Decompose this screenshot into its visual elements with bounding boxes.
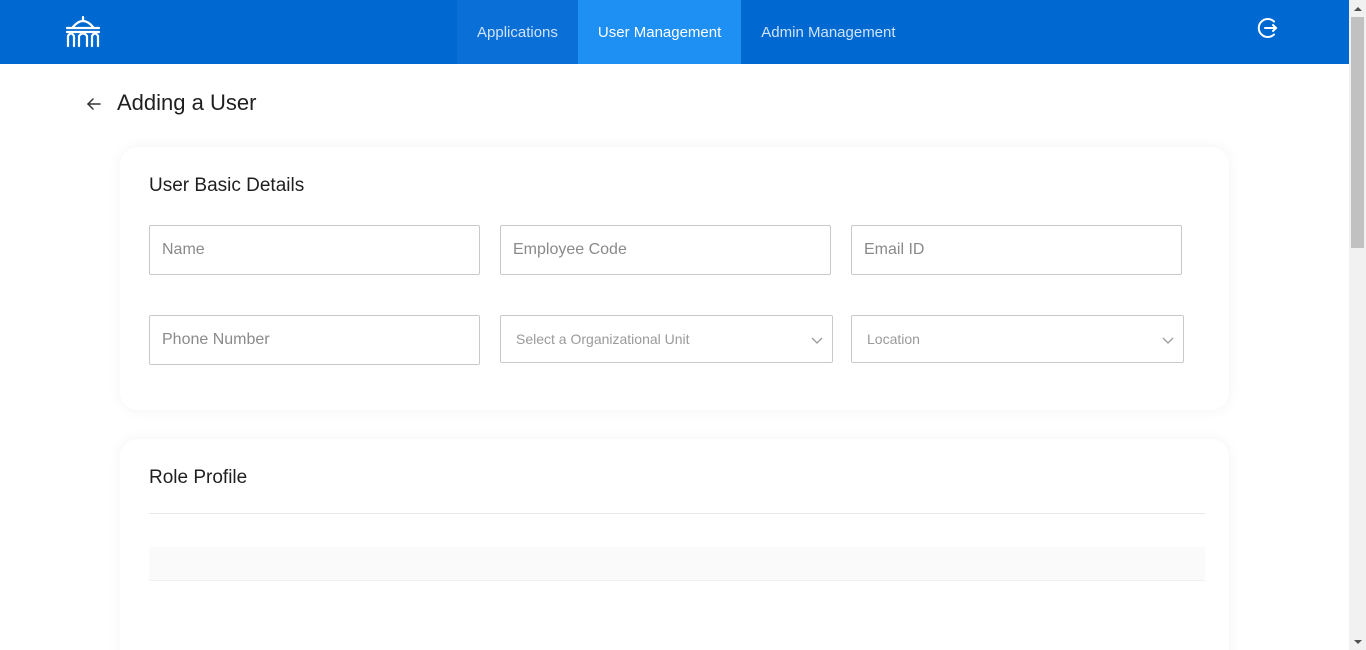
arrow-left-icon[interactable] (84, 94, 104, 114)
role-profile-card: Role Profile (120, 439, 1229, 650)
logout-icon[interactable] (1254, 15, 1280, 41)
vertical-scrollbar[interactable] (1349, 0, 1366, 650)
employee-code-input[interactable] (500, 225, 831, 275)
user-basic-details-card: User Basic Details Select a Organization… (120, 147, 1229, 410)
scrollbar-thumb[interactable] (1351, 17, 1364, 248)
page-title: Adding a User (117, 90, 257, 115)
chevron-down-icon (1162, 333, 1174, 345)
tab-label: User Management (597, 23, 722, 41)
tab-user-management[interactable]: User Management (577, 0, 742, 64)
select-placeholder: Select a Organizational Unit (516, 331, 690, 347)
section-title: Role Profile (149, 467, 248, 488)
section-divider (149, 513, 1205, 514)
scroll-down-arrow-icon[interactable] (1349, 633, 1366, 650)
tab-label: Admin Management (761, 23, 896, 41)
building-arches-logo-icon[interactable] (63, 15, 103, 51)
app-window: Applications User Management Admin Manag… (0, 0, 1349, 650)
name-input[interactable] (149, 225, 480, 275)
section-title: User Basic Details (149, 175, 305, 196)
email-id-input[interactable] (851, 225, 1182, 275)
main-nav: Applications User Management Admin Manag… (457, 0, 916, 64)
organizational-unit-select[interactable]: Select a Organizational Unit (500, 315, 833, 363)
phone-number-input[interactable] (149, 315, 480, 365)
location-select[interactable]: Location (851, 315, 1184, 363)
tab-applications[interactable]: Applications (457, 0, 578, 64)
tab-label: Applications (477, 23, 558, 41)
scroll-up-arrow-icon[interactable] (1349, 0, 1366, 17)
chevron-down-icon (811, 333, 823, 345)
role-table-header (149, 547, 1205, 581)
top-navigation-bar: Applications User Management Admin Manag… (0, 0, 1349, 64)
select-placeholder: Location (867, 331, 920, 347)
tab-admin-management[interactable]: Admin Management (741, 0, 915, 64)
